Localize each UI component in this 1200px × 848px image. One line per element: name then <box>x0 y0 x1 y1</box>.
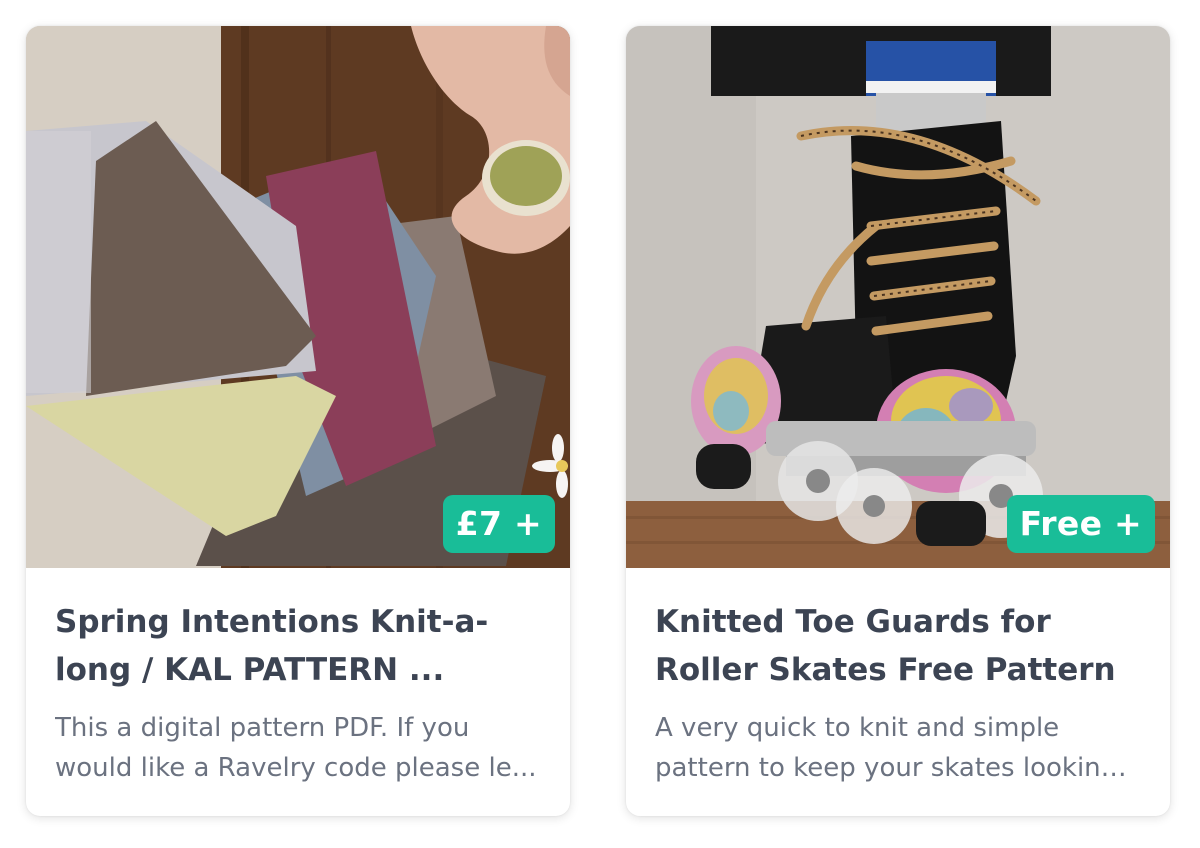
product-image[interactable]: £7 + <box>26 26 570 568</box>
roller-skate-photo <box>626 26 1170 568</box>
product-card[interactable]: Free + Knitted Toe Guards for Roller Ska… <box>626 26 1170 816</box>
product-card[interactable]: £7 + Spring Intentions Knit-a-long / KAL… <box>26 26 570 816</box>
knitted-cloths-photo <box>26 26 570 568</box>
price-badge: Free + <box>1006 495 1155 553</box>
price-badge: £7 + <box>442 495 555 553</box>
product-description: This a digital pattern PDF. If you would… <box>55 713 537 783</box>
product-title[interactable]: Knitted Toe Guards for Roller Skates Fre… <box>655 598 1141 694</box>
product-title[interactable]: Spring Intentions Knit-a-long / KAL PATT… <box>55 598 541 694</box>
product-description: A very quick to knit and simple pattern … <box>655 713 1118 783</box>
product-image[interactable]: Free + <box>626 26 1170 568</box>
